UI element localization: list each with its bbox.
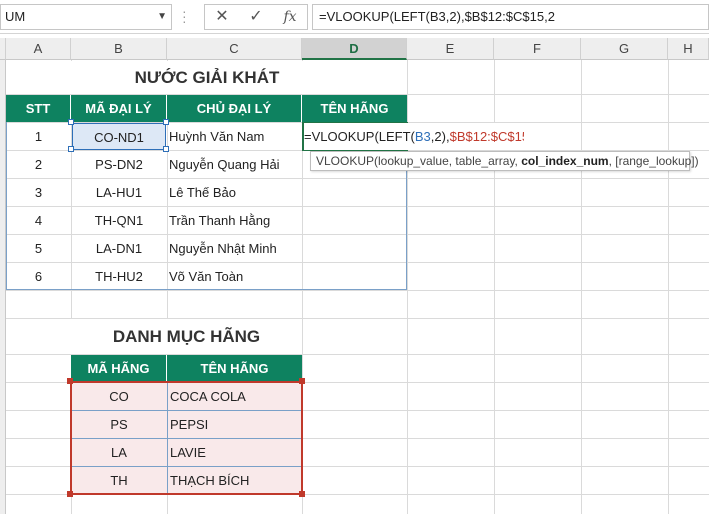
column-header-d[interactable]: D [302,38,407,60]
table-cell-stt[interactable]: 6 [6,263,71,290]
catalog-cell-ten[interactable]: COCA COLA [170,383,300,410]
column-header-h[interactable]: H [668,38,709,60]
table-cell-stt[interactable]: 3 [6,179,71,206]
function-tooltip[interactable]: VLOOKUP(lookup_value, table_array, col_i… [310,151,699,171]
table-header-ten-hang[interactable]: TÊN HÃNG [302,95,407,122]
table-cell-chu-dai-ly[interactable]: Trần Thanh Hằng [169,207,301,234]
catalog-cell-ma[interactable]: TH [71,467,167,494]
column-header-b[interactable]: B [71,38,167,60]
reference-handle[interactable] [68,119,74,125]
column-header-a[interactable]: A [6,38,71,60]
tooltip-current-arg: col_index_num [521,154,609,168]
formula-buttons: ✕ ✓ fx [204,4,308,30]
table-cell-stt[interactable]: 1 [6,123,71,150]
reference-handle[interactable] [163,146,169,152]
table-cell-chu-dai-ly[interactable]: Lê Thế Bảo [169,179,301,206]
catalog-header-ma-hang[interactable]: MÃ HÃNG [71,355,167,382]
cancel-icon[interactable]: ✕ [207,5,237,29]
table-cell-ma-dai-ly[interactable]: TH-QN1 [71,207,167,234]
enter-icon[interactable]: ✓ [241,5,271,29]
formula-text: =VLOOKUP(LEFT( [304,129,415,144]
range-handle[interactable] [67,491,73,497]
table-cell-ma-dai-ly[interactable]: LA-HU1 [71,179,167,206]
drag-handle-icon[interactable]: · · · [182,4,188,28]
table-cell-ma-dai-ly[interactable]: LA-DN1 [71,235,167,262]
table-header-chu-dai-ly[interactable]: CHỦ ĐẠI LÝ [167,95,302,122]
active-cell-editor[interactable]: =VLOOKUP(LEFT(B3,2),$B$12:$C$15,2 [304,123,524,150]
formula-text: ,2), [430,129,450,144]
formula-ref-b3: B3 [414,129,431,144]
tooltip-function-name: VLOOKUP( [316,154,379,168]
insert-function-icon[interactable]: fx [275,5,305,29]
table-cell-chu-dai-ly[interactable]: Nguyễn Quang Hải [169,151,301,178]
table-header-stt[interactable]: STT [6,95,71,122]
range-handle[interactable] [299,491,305,497]
table-cell-stt[interactable]: 2 [6,151,71,178]
formula-ref-range: $B$12:$C$15 [449,129,524,144]
name-box-value: UM [5,9,26,24]
tooltip-args: lookup_value, table_array, [378,154,522,168]
name-box[interactable]: UM ▼ [0,4,172,30]
catalog-cell-ma[interactable]: LA [71,439,167,466]
column-header-g[interactable]: G [581,38,668,60]
reference-handle[interactable] [163,119,169,125]
table-cell-ma-dai-ly[interactable]: PS-DN2 [71,151,167,178]
catalog-cell-ma[interactable]: CO [71,383,167,410]
sheet-title[interactable]: NƯỚC GIẢI KHÁT [7,61,407,94]
column-header-f[interactable]: F [494,38,581,60]
catalog-header-ten-hang[interactable]: TÊN HÃNG [167,355,302,382]
column-header-e[interactable]: E [407,38,494,60]
range-handle[interactable] [299,378,305,384]
table-cell-chu-dai-ly[interactable]: Võ Văn Toàn [169,263,301,290]
catalog-cell-ten[interactable]: LAVIE [170,439,300,466]
catalog-cell-ma[interactable]: PS [71,411,167,438]
table-cell-stt[interactable]: 4 [6,207,71,234]
table-cell-chu-dai-ly[interactable]: Nguyễn Nhật Minh [169,235,301,262]
catalog-title[interactable]: DANH MỤC HÃNG [71,319,302,354]
tooltip-args-rest: , [range_lookup]) [608,154,699,168]
table-header-ma-dai-ly[interactable]: MÃ ĐẠI LÝ [71,95,167,122]
catalog-cell-ten[interactable]: PEPSI [170,411,300,438]
table-cell-stt[interactable]: 5 [6,235,71,262]
catalog-cell-ten[interactable]: THẠCH BÍCH [170,467,300,494]
column-header-c[interactable]: C [167,38,302,60]
range-handle[interactable] [67,378,73,384]
table-cell-chu-dai-ly[interactable]: Huỳnh Văn Nam [169,123,301,150]
table-cell-ma-dai-ly[interactable]: TH-HU2 [71,263,167,290]
chevron-down-icon[interactable]: ▼ [157,5,167,29]
table-cell-ma-dai-ly-referenced[interactable]: CO-ND1 [72,123,166,150]
reference-handle[interactable] [68,146,74,152]
formula-input[interactable]: =VLOOKUP(LEFT(B3,2),$B$12:$C$15,2 [312,4,709,30]
